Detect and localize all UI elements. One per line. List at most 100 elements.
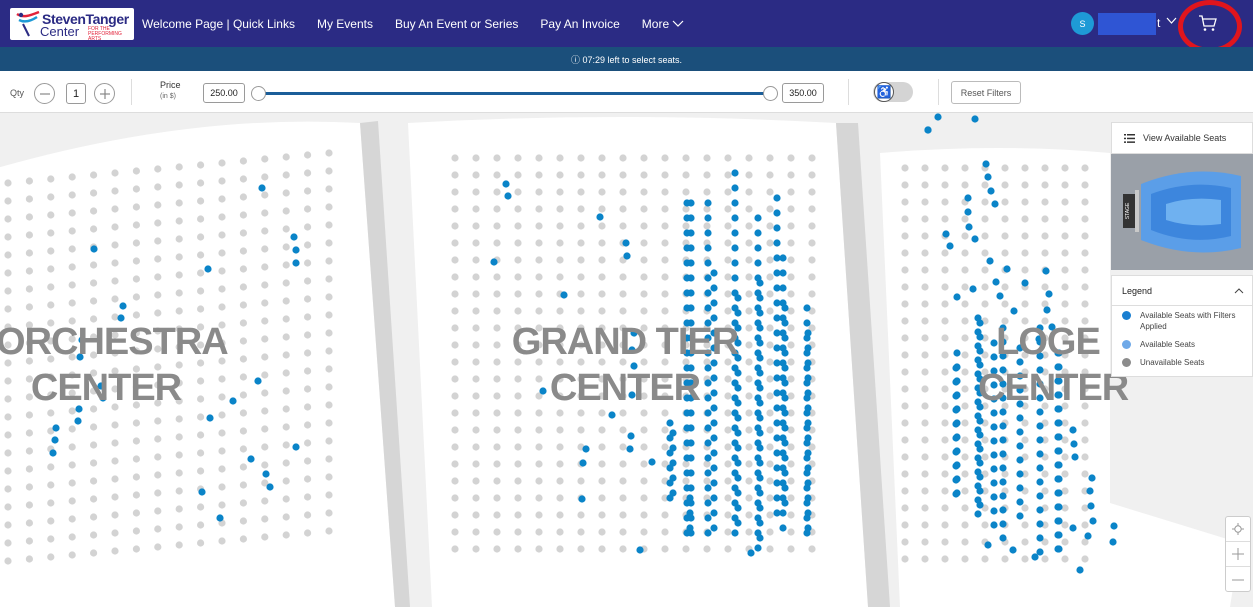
- seat-available[interactable]: [734, 444, 742, 452]
- seat-available[interactable]: [704, 529, 712, 537]
- seat-available[interactable]: [731, 259, 739, 267]
- view-available-seats-button[interactable]: View Available Seats: [1111, 122, 1253, 154]
- seat-available[interactable]: [756, 489, 764, 497]
- seat-available[interactable]: [804, 419, 812, 427]
- seat-available[interactable]: [747, 549, 755, 557]
- qty-decrement-button[interactable]: [34, 83, 55, 104]
- qty-increment-button[interactable]: [94, 83, 115, 104]
- seat-available[interactable]: [773, 239, 781, 247]
- seat-available[interactable]: [578, 495, 586, 503]
- seat-available[interactable]: [710, 299, 718, 307]
- seat-available[interactable]: [734, 459, 742, 467]
- seat-available[interactable]: [773, 209, 781, 217]
- seat-available[interactable]: [756, 459, 764, 467]
- seat-available[interactable]: [1036, 520, 1044, 528]
- seat-available[interactable]: [704, 439, 712, 447]
- seat-available[interactable]: [1070, 440, 1078, 448]
- user-name-suffix[interactable]: t: [1157, 16, 1160, 30]
- seat-available[interactable]: [687, 274, 695, 282]
- seat-available[interactable]: [974, 510, 982, 518]
- seat-available[interactable]: [1036, 422, 1044, 430]
- seat-available[interactable]: [999, 436, 1007, 444]
- seat-available[interactable]: [1036, 464, 1044, 472]
- seat-available[interactable]: [1016, 498, 1024, 506]
- seat-available[interactable]: [781, 364, 789, 372]
- seat-available[interactable]: [1036, 548, 1044, 556]
- seat-available[interactable]: [986, 257, 994, 265]
- seat-available[interactable]: [756, 369, 764, 377]
- steven-tanger-center-logo[interactable]: StevenTanger Center FOR THE PERFORMING A…: [10, 8, 134, 40]
- seat-available[interactable]: [734, 519, 742, 527]
- seat-available[interactable]: [756, 414, 764, 422]
- seat-available[interactable]: [804, 509, 812, 517]
- seat-available[interactable]: [292, 443, 300, 451]
- seat-available[interactable]: [756, 519, 764, 527]
- seat-available[interactable]: [687, 289, 695, 297]
- seat-available[interactable]: [1086, 487, 1094, 495]
- seat-available[interactable]: [1010, 307, 1018, 315]
- seat-available[interactable]: [666, 494, 674, 502]
- seat-available[interactable]: [781, 484, 789, 492]
- seat-available[interactable]: [1109, 538, 1117, 546]
- seat-available[interactable]: [781, 304, 789, 312]
- seat-available[interactable]: [953, 419, 961, 427]
- seat-available[interactable]: [198, 488, 206, 496]
- nav-welcome-quick-links[interactable]: Welcome Page | Quick Links: [142, 17, 295, 31]
- seat-available[interactable]: [731, 169, 739, 177]
- seat-available[interactable]: [1043, 306, 1051, 314]
- seat-available[interactable]: [608, 411, 616, 419]
- seat-available[interactable]: [686, 524, 694, 532]
- seat-available[interactable]: [666, 449, 674, 457]
- seat-available[interactable]: [1016, 470, 1024, 478]
- seat-available[interactable]: [710, 284, 718, 292]
- seat-available[interactable]: [999, 492, 1007, 500]
- seat-available[interactable]: [266, 483, 274, 491]
- seat-available[interactable]: [704, 499, 712, 507]
- seat-available[interactable]: [710, 269, 718, 277]
- seat-available[interactable]: [976, 445, 984, 453]
- seat-available[interactable]: [953, 489, 961, 497]
- seat-available[interactable]: [1084, 532, 1092, 540]
- seat-available[interactable]: [804, 374, 812, 382]
- seat-available[interactable]: [704, 454, 712, 462]
- seat-available[interactable]: [990, 465, 998, 473]
- seat-available[interactable]: [1055, 419, 1063, 427]
- seat-available[interactable]: [992, 278, 1000, 286]
- seat-available[interactable]: [756, 354, 764, 362]
- seat-available[interactable]: [984, 541, 992, 549]
- zoom-out-button[interactable]: [1226, 567, 1250, 592]
- seat-available[interactable]: [1055, 489, 1063, 497]
- seat-available[interactable]: [779, 269, 787, 277]
- seat-available[interactable]: [704, 424, 712, 432]
- seat-available[interactable]: [990, 437, 998, 445]
- seat-available[interactable]: [999, 464, 1007, 472]
- seat-available[interactable]: [704, 304, 712, 312]
- seat-available[interactable]: [999, 506, 1007, 514]
- seat-available[interactable]: [756, 309, 764, 317]
- seat-available[interactable]: [779, 509, 787, 517]
- seat-available[interactable]: [704, 199, 712, 207]
- seat-available[interactable]: [804, 344, 812, 352]
- price-min-handle[interactable]: [251, 86, 266, 101]
- seat-available[interactable]: [1055, 461, 1063, 469]
- seat-available[interactable]: [953, 433, 961, 441]
- seat-available[interactable]: [204, 265, 212, 273]
- seat-available[interactable]: [781, 379, 789, 387]
- seat-available[interactable]: [999, 422, 1007, 430]
- seat-available[interactable]: [1055, 545, 1063, 553]
- seat-available[interactable]: [934, 113, 942, 121]
- seat-available[interactable]: [1055, 517, 1063, 525]
- seat-available[interactable]: [984, 173, 992, 181]
- seat-available[interactable]: [52, 424, 60, 432]
- seat-available[interactable]: [971, 235, 979, 243]
- chevron-up-icon[interactable]: [1234, 287, 1244, 294]
- seat-available[interactable]: [687, 454, 695, 462]
- seat-available[interactable]: [734, 309, 742, 317]
- seat-available[interactable]: [1069, 426, 1077, 434]
- seat-available[interactable]: [731, 184, 739, 192]
- seat-available[interactable]: [731, 274, 739, 282]
- seat-available[interactable]: [964, 194, 972, 202]
- seat-available[interactable]: [1076, 566, 1084, 574]
- seat-available[interactable]: [731, 214, 739, 222]
- seat-available[interactable]: [687, 244, 695, 252]
